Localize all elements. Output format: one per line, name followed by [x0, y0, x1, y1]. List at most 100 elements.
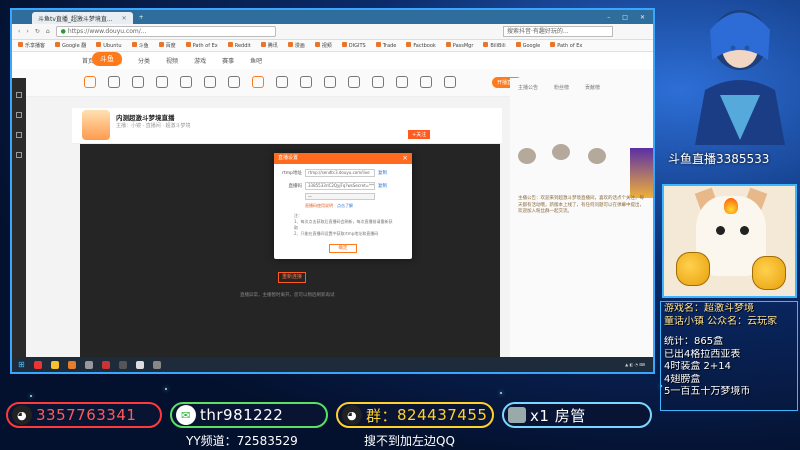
right-panel-tab[interactable]: 贡献榜 — [585, 84, 600, 91]
app-icon[interactable] — [152, 360, 161, 369]
bookmark-label: BiliBili — [490, 43, 506, 49]
bookmark-item[interactable]: Google 翻 — [55, 42, 86, 49]
refresh-icon[interactable]: ↻ — [35, 28, 40, 35]
bookmark-item[interactable]: 乐享播客 — [18, 42, 45, 49]
home-icon[interactable]: ⌂ — [46, 28, 50, 35]
bookmark-item[interactable]: DIGITS — [341, 42, 366, 49]
category-icon[interactable] — [252, 76, 264, 88]
learn-more-link[interactable]: 点击了解 — [337, 203, 353, 208]
right-panel-tab[interactable]: 粉丝榜 — [554, 84, 569, 91]
bookmark-item[interactable]: Path of Ex — [550, 42, 582, 49]
app-icon[interactable] — [33, 360, 42, 369]
address-field[interactable]: ● https://www.douyu.com/... — [55, 26, 276, 37]
new-tab-icon[interactable]: + — [139, 14, 144, 21]
category-icon[interactable] — [276, 76, 288, 88]
bookmark-icon — [131, 42, 137, 47]
category-icon[interactable] — [132, 76, 144, 88]
player-error-text: 直播异常，主播暂时离开，您可以稍后刷新再试 — [240, 293, 335, 298]
bookmark-item[interactable]: 百度 — [158, 42, 176, 49]
category-icon[interactable] — [156, 76, 168, 88]
app-icon[interactable] — [84, 360, 93, 369]
close-icon[interactable]: ✕ — [122, 15, 127, 22]
guest-avatar[interactable] — [552, 144, 570, 160]
browser-tab-bar: 斗鱼tv直播_超激斗梦境直... ✕ + – □ ✕ — [12, 10, 653, 24]
bookmark-label: 视频 — [321, 43, 332, 49]
close-window-icon[interactable]: ✕ — [640, 14, 645, 21]
close-icon[interactable]: × — [402, 153, 408, 164]
category-icon[interactable] — [396, 76, 408, 88]
stat-line: 统计：865盒 — [664, 336, 724, 347]
contact-bar: ◕ 3357763341 ✉ thr981222 ◕ 群： 824437455 … — [0, 396, 800, 450]
app-icon[interactable] — [135, 360, 144, 369]
browser-tab[interactable]: 斗鱼tv直播_超激斗梦境直... ✕ — [32, 12, 133, 24]
category-icon[interactable] — [324, 76, 336, 88]
code-help-link[interactable]: 直播码使用说明 点击了解 — [305, 203, 412, 209]
bookmark-item[interactable]: 漫画 — [287, 42, 305, 49]
qq-number: 3357763341 — [36, 406, 137, 424]
fire-emoji-icon — [724, 198, 738, 214]
app-icon[interactable] — [50, 360, 59, 369]
category-icon[interactable] — [348, 76, 360, 88]
maximize-icon[interactable]: □ — [622, 14, 628, 21]
copy-code-button[interactable]: 复制 — [378, 183, 387, 189]
ok-button[interactable]: 确定 — [329, 244, 357, 253]
app-icon[interactable] — [67, 360, 76, 369]
bookmark-icon — [550, 42, 556, 47]
system-tray[interactable]: ▲ ◧ ◔ ⌨ — [625, 362, 645, 367]
minimize-icon[interactable]: – — [607, 14, 610, 21]
guest-avatar[interactable] — [588, 148, 606, 164]
site-nav-item[interactable]: 赛事 — [222, 56, 234, 65]
left-sidebar — [12, 78, 26, 358]
bookmark-item[interactable]: BiliBili — [483, 42, 506, 49]
app-icon[interactable] — [101, 360, 110, 369]
bookmark-item[interactable]: Factbook — [406, 42, 436, 49]
app-icon[interactable] — [118, 360, 127, 369]
sidebar-icon[interactable] — [16, 152, 22, 158]
bookmark-item[interactable]: 视频 — [314, 42, 332, 49]
category-icon[interactable] — [180, 76, 192, 88]
category-icon[interactable] — [444, 76, 456, 88]
cat-eye — [716, 226, 725, 235]
bookmark-item[interactable]: PassMgr — [445, 42, 473, 49]
bookmark-item[interactable]: Google — [515, 42, 540, 49]
forward-icon[interactable]: › — [26, 28, 28, 35]
bookmark-item[interactable]: Path of Ex — [185, 42, 218, 49]
rtmp-field[interactable]: rtmp://sendtc3.douyu.com/live — [305, 169, 375, 177]
follow-button[interactable]: +关注 — [408, 130, 431, 139]
address-bar-row: ‹ › ↻ ⌂ ● https://www.douyu.com/... 搜索抖音… — [12, 24, 653, 40]
bookmark-item[interactable]: 腾讯 — [260, 42, 278, 49]
bookmark-item[interactable]: 斗鱼 — [131, 42, 149, 49]
site-nav-item[interactable]: 鱼吧 — [250, 56, 262, 65]
guest-avatar[interactable] — [518, 148, 536, 164]
category-icon[interactable] — [300, 76, 312, 88]
admin-avatar — [508, 407, 526, 423]
streamer-avatar[interactable] — [82, 110, 110, 140]
back-icon[interactable]: ‹ — [18, 28, 20, 35]
game-name: 游戏名：超激斗梦境 — [664, 303, 754, 314]
reconnect-button[interactable]: 重新连接 — [278, 272, 306, 283]
line-select[interactable]: 一 — [305, 193, 375, 200]
bookmark-item[interactable]: Ubuntu — [96, 42, 122, 49]
site-nav-item[interactable]: 分类 — [138, 56, 150, 65]
category-icon[interactable] — [108, 76, 120, 88]
site-nav-item[interactable]: 视频 — [166, 56, 178, 65]
start-icon[interactable]: ⊞ — [18, 360, 25, 369]
category-icon[interactable] — [228, 76, 240, 88]
ad-banner[interactable] — [630, 148, 653, 198]
category-icon[interactable] — [84, 76, 96, 88]
category-icon[interactable] — [420, 76, 432, 88]
sidebar-icon[interactable] — [16, 92, 22, 98]
sidebar-icon[interactable] — [16, 132, 22, 138]
stream-code-field[interactable]: 3385533rlC2QyjFq?wsSecret=****** — [305, 182, 375, 190]
bookmark-item[interactable]: Reddit — [227, 42, 251, 49]
copy-rtmp-button[interactable]: 复制 — [378, 170, 387, 176]
sidebar-icon[interactable] — [16, 112, 22, 118]
category-icon[interactable] — [204, 76, 216, 88]
douyu-logo[interactable]: 斗鱼 — [92, 52, 122, 66]
bookmark-item[interactable]: Trade — [375, 42, 396, 49]
category-icon[interactable] — [372, 76, 384, 88]
site-nav-item[interactable]: 游戏 — [194, 56, 206, 65]
right-panel-tab[interactable]: 主播公告 — [518, 84, 538, 91]
browser-search-input[interactable]: 搜索抖音·有趣好玩的... — [503, 26, 613, 37]
